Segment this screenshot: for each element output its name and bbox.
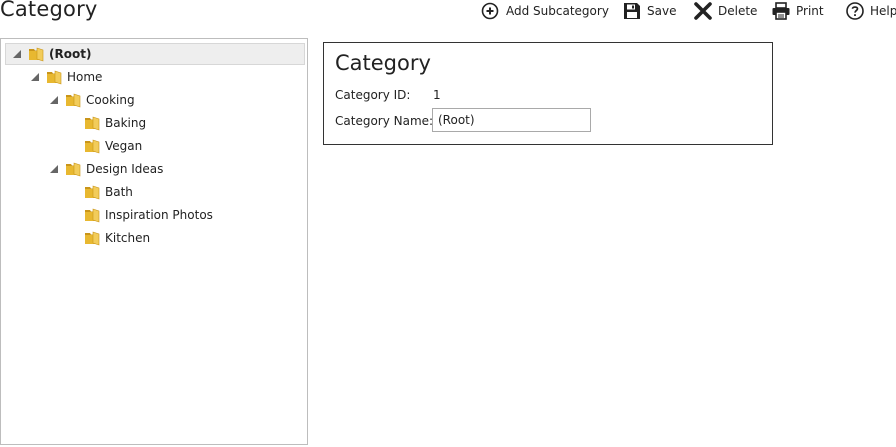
- tree-node-inspiration-photos[interactable]: Inspiration Photos: [84, 204, 213, 226]
- folder-icon: [65, 92, 81, 108]
- expanded-triangle-icon[interactable]: [49, 164, 59, 174]
- tree-node-label: Home: [67, 70, 103, 84]
- help-label: Help: [870, 4, 896, 18]
- tree-node-label: Bath: [105, 185, 133, 199]
- folder-icon: [84, 184, 100, 200]
- tree-node-label: Baking: [105, 116, 147, 130]
- add-subcategory-button[interactable]: Add Subcategory: [481, 1, 609, 21]
- expanded-triangle-icon[interactable]: [12, 49, 22, 59]
- category-id-label: Category ID:: [335, 88, 411, 102]
- toolbar: Add Subcategory Save Delete Print Help: [0, 0, 896, 24]
- print-button[interactable]: Print: [771, 1, 824, 21]
- tree-node-label: Inspiration Photos: [105, 208, 213, 222]
- tree-node-label: (Root): [49, 47, 92, 61]
- folder-icon: [84, 138, 100, 154]
- printer-icon: [771, 1, 791, 21]
- category-detail-panel: Category Category ID: 1 Category Name:: [323, 42, 773, 145]
- print-label: Print: [796, 4, 824, 18]
- expanded-triangle-icon[interactable]: [30, 72, 40, 82]
- tree-node-design-ideas[interactable]: Design Ideas: [49, 158, 163, 180]
- floppy-disk-icon: [622, 1, 642, 21]
- tree-node-baking[interactable]: Baking: [84, 112, 146, 134]
- folder-icon: [46, 69, 62, 85]
- detail-title: Category: [335, 51, 431, 75]
- tree-node-kitchen[interactable]: Kitchen: [84, 227, 150, 249]
- folder-icon: [28, 46, 44, 62]
- tree-node-label: Design Ideas: [86, 162, 164, 176]
- save-button[interactable]: Save: [622, 1, 676, 21]
- add-subcategory-label: Add Subcategory: [506, 4, 609, 18]
- tree-node-bath[interactable]: Bath: [84, 181, 133, 203]
- delete-label: Delete: [718, 4, 758, 18]
- folder-icon: [65, 161, 81, 177]
- tree-node-vegan[interactable]: Vegan: [84, 135, 142, 157]
- tree-node-label: Cooking: [86, 93, 135, 107]
- tree-node-root[interactable]: (Root): [5, 43, 305, 65]
- save-label: Save: [647, 4, 677, 18]
- x-cross-icon: [693, 1, 713, 21]
- folder-icon: [84, 230, 100, 246]
- category-name-input[interactable]: [432, 108, 591, 132]
- tree-node-home[interactable]: Home: [30, 66, 102, 88]
- tree-node-label: Vegan: [105, 139, 143, 153]
- tree-node-cooking[interactable]: Cooking: [49, 89, 135, 111]
- question-circle-icon: [845, 1, 865, 21]
- category-id-value: 1: [433, 88, 441, 102]
- folder-icon: [84, 207, 100, 223]
- folder-icon: [84, 115, 100, 131]
- category-name-label: Category Name:: [335, 114, 434, 128]
- category-tree: (Root) Home Cooking Baking Vegan Design …: [0, 38, 308, 445]
- expanded-triangle-icon[interactable]: [49, 95, 59, 105]
- help-button[interactable]: Help: [845, 1, 896, 21]
- delete-button[interactable]: Delete: [693, 1, 757, 21]
- tree-node-label: Kitchen: [105, 231, 151, 245]
- plus-circle-icon: [481, 1, 501, 21]
